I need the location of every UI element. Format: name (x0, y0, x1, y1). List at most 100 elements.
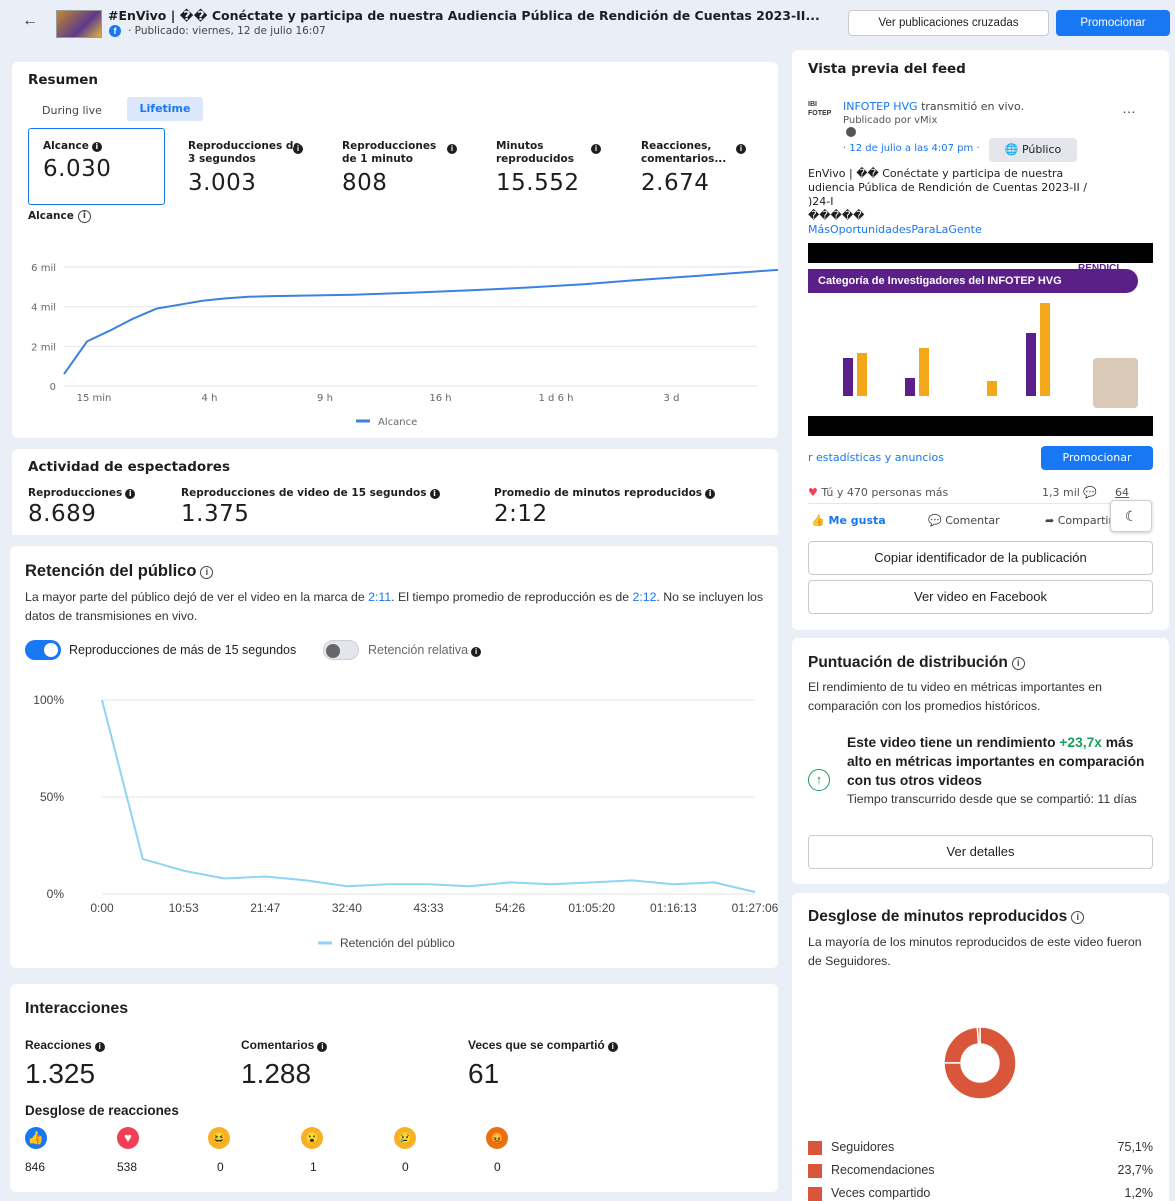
bar-purple (905, 378, 915, 396)
reach-chart-title: Alcance i (28, 210, 91, 223)
sad-icon: 😢 (394, 1127, 416, 1149)
y-tick-label: 0 (50, 382, 56, 393)
plays-15s-value: 1.375 (181, 501, 250, 527)
y-tick-label: 100% (33, 693, 64, 707)
legend-swatch (808, 1141, 822, 1155)
presenter-thumbnail (1093, 358, 1138, 408)
share-button[interactable]: ➦ Compartir (1045, 514, 1113, 527)
comment-icon: 💬 (1083, 486, 1098, 499)
privacy-button[interactable]: 🌐 Público (989, 138, 1077, 162)
stats-ads-link[interactable]: r estadísticas y anuncios (808, 451, 944, 464)
x-tick-label: 16 h (429, 393, 451, 404)
view-on-facebook-button[interactable]: Ver video en Facebook (808, 580, 1153, 614)
toggle-relative-label: Retención relativa i (368, 643, 482, 657)
toggle-relative-retention[interactable] (323, 640, 359, 660)
info-outline-icon: i (77, 210, 91, 223)
haha-icon: 😆 (208, 1127, 230, 1149)
dark-mode-toggle[interactable]: ☾ (1110, 500, 1152, 532)
love-icon: ♥ (117, 1127, 139, 1149)
donut-slice (976, 1026, 981, 1045)
x-tick-label: 3 d (664, 393, 680, 404)
globe-icon: 🌐 (1004, 143, 1019, 156)
minutes-breakdown-title: Desglose de minutos reproducidos i (808, 908, 1085, 926)
retention-chart: 0% 50% 100% 0:00 10:53 21:47 32:40 43:33 54:26 01… (33, 693, 778, 950)
reaction-count-like: 846 (25, 1160, 46, 1174)
tab-during-live[interactable]: During live (42, 104, 102, 117)
shares-label: Veces que se compartió i (468, 1038, 618, 1052)
x-tick-label: 10:53 (169, 901, 199, 915)
info-icon: i (471, 647, 482, 657)
info-icon: i (447, 139, 457, 154)
info-icon: i (591, 139, 601, 154)
x-tick-label: 1 d 6 h (539, 393, 574, 404)
x-tick-label: 01:16:13 (650, 901, 697, 915)
like-button[interactable]: 👍 Me gusta (811, 514, 886, 527)
toggle-15s-label: Reproducciones de más de 15 segundos (69, 643, 297, 657)
boost-button[interactable]: Promocionar (1056, 10, 1170, 36)
page-name-link[interactable]: INFOTEP HVG (843, 100, 918, 113)
metric-reach-value: 6.030 (43, 156, 112, 182)
viewer-activity-card: Actividad de espectadores Reproducciones… (12, 449, 778, 535)
x-tick-label: 01:05:20 (568, 901, 615, 915)
retention-link-drop[interactable]: 2:11 (368, 590, 391, 604)
feed-boost-button[interactable]: Promocionar (1041, 446, 1153, 470)
y-tick-label: 2 mil (31, 342, 56, 353)
reactions-summary: ♥ Tú y 470 personas más (808, 486, 949, 499)
x-tick-label: 15 min (77, 393, 112, 404)
info-icon: i (293, 139, 303, 154)
comments-label: Comentarios i (241, 1038, 328, 1052)
legend-label: Retención del público (340, 936, 455, 950)
video-banner-right: RENDICI (1078, 263, 1120, 274)
y-tick-label: 6 mil (31, 263, 56, 274)
more-options-icon[interactable]: … (1122, 100, 1136, 116)
verified-icon (846, 127, 856, 137)
info-icon: i (125, 489, 136, 499)
video-player[interactable]: Categoría de Investigadores del INFOTEP … (808, 243, 1153, 436)
reaction-count-wow: 1 (310, 1160, 317, 1174)
comments-count[interactable]: 1,3 mil 💬 (1042, 486, 1097, 499)
comments-value: 1.288 (241, 1058, 312, 1089)
comment-button[interactable]: 💬 Comentar (928, 514, 1000, 527)
retention-link-avg[interactable]: 2:12 (632, 590, 656, 604)
x-tick-label: 21:47 (250, 901, 280, 915)
wow-icon: 😮 (301, 1127, 323, 1149)
like-icon: 👍 (25, 1127, 47, 1149)
distribution-headline: Este video tiene un rendimiento +23,7x m… (847, 735, 1145, 788)
retention-description: La mayor parte del público dejó de ver e… (25, 590, 764, 623)
comment-icon: 💬 (928, 514, 942, 527)
minutes-breakdown-desc: La mayoría de los minutos reproducidos d… (808, 935, 1142, 968)
metric-minutes-label: Minutos reproducidos (496, 140, 575, 165)
feed-post-frame: IBI FOTEP INFOTEP HVG transmitió en vivo.… (808, 90, 1153, 535)
series-line (63, 268, 778, 375)
x-tick-label: 9 h (317, 393, 333, 404)
reactions-label: Reacciones i (25, 1038, 105, 1052)
donut-slice (943, 1026, 980, 1064)
back-arrow-icon[interactable]: ← (22, 12, 38, 30)
copy-post-id-button[interactable]: Copiar identificador de la publicación (808, 541, 1153, 575)
shares-count[interactable]: 64 (1115, 486, 1129, 499)
share-icon: ➦ (1045, 514, 1055, 527)
avg-minutes-value: 2:12 (494, 501, 548, 527)
metric-3s-value: 3.003 (188, 170, 257, 196)
y-tick-label: 4 mil (31, 303, 56, 314)
info-icon: i (736, 139, 746, 154)
minutes-legend: Seguidores 75,1% Recomendaciones 23,7% V… (808, 1139, 1153, 1201)
view-details-button[interactable]: Ver detalles (808, 835, 1153, 869)
info-icon: i (607, 1042, 618, 1052)
feed-preview-title: Vista previa del feed (808, 61, 966, 77)
cross-posts-button[interactable]: Ver publicaciones cruzadas (848, 10, 1049, 36)
toggle-15s-plays[interactable] (25, 640, 61, 660)
video-frame: Categoría de Investigadores del INFOTEP … (808, 263, 1153, 416)
published-by: Publicado por vMix (843, 115, 938, 126)
page-avatar: IBI FOTEP (808, 101, 832, 117)
post-date: · 12 de julio a las 4:07 pm · (843, 143, 980, 154)
love-icon: ♥ (808, 486, 818, 499)
bar-orange (919, 348, 929, 396)
tab-lifetime[interactable]: Lifetime (127, 97, 203, 121)
hashtag-link[interactable]: MásOportunidadesParaLaGente (808, 223, 1153, 237)
angry-icon: 😡 (486, 1127, 508, 1149)
metric-reach-label: Alcance i (43, 140, 153, 153)
post-text: EnVivo | �� Conéctate y participa de nue… (808, 167, 1153, 237)
viewer-activity-title: Actividad de espectadores (28, 459, 230, 475)
like-icon: 👍 (811, 514, 825, 527)
